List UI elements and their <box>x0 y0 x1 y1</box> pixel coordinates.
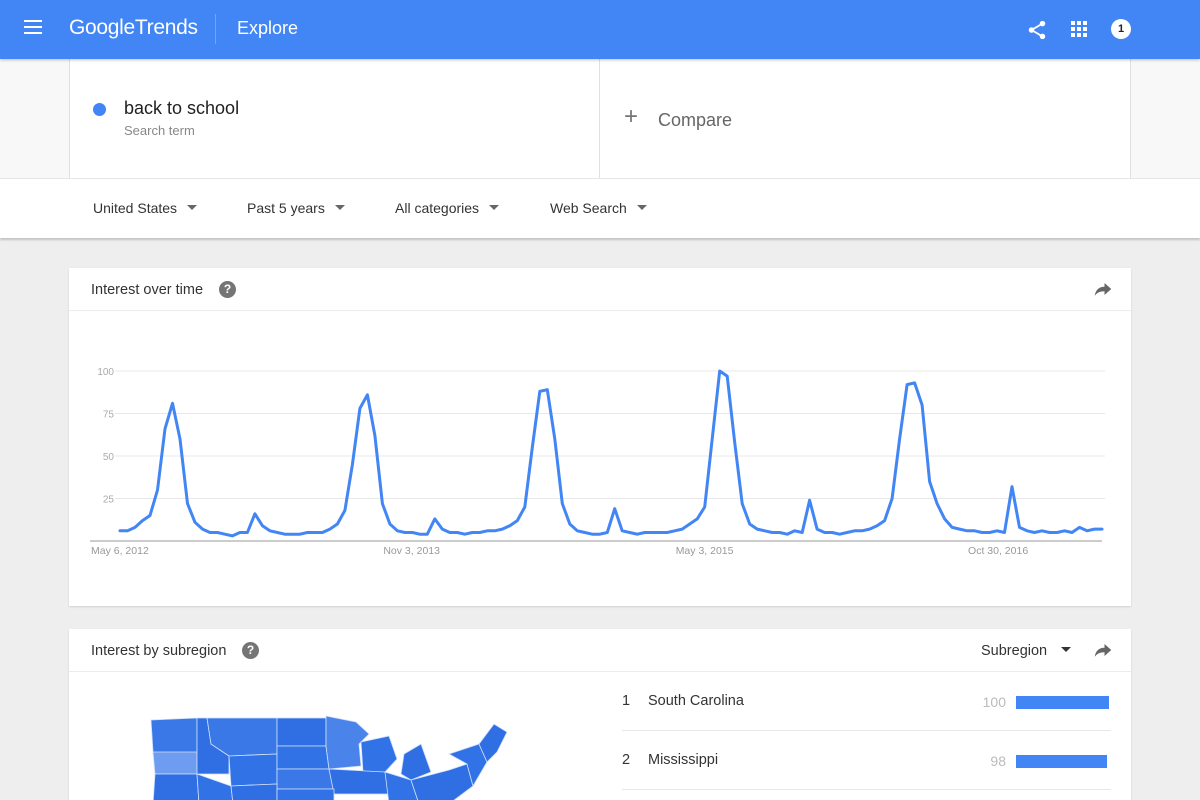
chevron-down-icon <box>636 204 647 210</box>
us-states-map[interactable] <box>149 714 509 800</box>
term-color-dot <box>93 103 106 116</box>
page-title: Explore <box>237 18 299 38</box>
hamburger-menu-icon[interactable] <box>24 20 42 34</box>
category-dropdown[interactable]: All categories <box>395 200 500 216</box>
search-term-type: Search term <box>124 123 195 138</box>
search-terms-area: back to school Search term + Compare <box>0 59 1200 178</box>
share-arrow-icon[interactable] <box>1094 281 1112 297</box>
chevron-down-icon <box>187 204 198 210</box>
chevron-down-icon <box>489 204 500 210</box>
subregion-value: 98 <box>990 753 1006 769</box>
subregion-value: 100 <box>982 694 1006 710</box>
compare-label: Compare <box>658 110 733 130</box>
search-type-label: Web Search <box>550 200 627 216</box>
card-title: Interest by subregion <box>91 643 227 659</box>
subregion-bar-track <box>1016 755 1109 768</box>
card-header: Interest by subregion ? Subregion <box>69 629 1131 672</box>
chevron-down-icon <box>1061 646 1072 652</box>
time-range-label: Past 5 years <box>247 200 325 216</box>
y-tick-label: 50 <box>103 452 115 463</box>
subregion-list-item[interactable]: 1 South Carolina 100 <box>622 672 1111 731</box>
y-tick-label: 100 <box>97 367 114 378</box>
region-dropdown-label: United States <box>93 200 178 216</box>
subregion-bar <box>1016 696 1109 709</box>
resolution-label: Subregion <box>981 643 1048 659</box>
filter-bar: United States Past 5 years All categorie… <box>0 178 1200 238</box>
help-icon[interactable]: ? <box>242 642 259 659</box>
subregion-bar-track <box>1016 696 1109 709</box>
add-icon: + <box>624 103 639 130</box>
search-term-text[interactable]: back to school <box>124 98 239 119</box>
y-tick-label: 25 <box>103 495 115 506</box>
rank-number: 2 <box>622 752 631 768</box>
x-tick-label: May 6, 2012 <box>91 545 149 557</box>
search-term-card[interactable]: back to school Search term <box>69 59 600 178</box>
resolution-dropdown[interactable]: Subregion <box>981 643 1072 659</box>
subregion-bar <box>1016 755 1108 768</box>
compare-button[interactable]: + Compare <box>600 59 1131 178</box>
account-avatar[interactable]: 1 <box>1111 19 1131 39</box>
subregion-name: South Carolina <box>648 693 744 709</box>
subregion-list-item[interactable]: 2 Mississippi 98 <box>622 731 1111 790</box>
header-divider <box>215 14 216 44</box>
interest-by-subregion-card: Interest by subregion ? Subregion 1 Sout… <box>69 629 1131 800</box>
y-tick-label: 75 <box>103 410 115 421</box>
x-tick-label: Nov 3, 2013 <box>383 545 440 557</box>
subregion-name: Mississippi <box>648 752 719 768</box>
card-title: Interest over time <box>91 282 204 298</box>
region-dropdown[interactable]: United States <box>93 200 198 216</box>
chevron-down-icon <box>334 204 345 210</box>
series-line-back-to-school <box>118 369 1104 538</box>
apps-grid-icon[interactable] <box>1071 21 1087 37</box>
search-type-dropdown[interactable]: Web Search <box>550 200 647 216</box>
top-app-bar: GoogleTrends Explore 1 <box>0 0 1200 59</box>
card-header: Interest over time ? <box>69 268 1131 311</box>
share-arrow-icon[interactable] <box>1094 642 1112 658</box>
interest-over-time-card: Interest over time ? 25 50 75 100 May 6, 201… <box>69 268 1131 606</box>
x-tick-label: Oct 30, 2016 <box>968 545 1028 557</box>
time-range-dropdown[interactable]: Past 5 years <box>247 200 345 216</box>
category-label: All categories <box>395 200 480 216</box>
logo-google-text: Google <box>69 16 135 39</box>
rank-number: 1 <box>622 693 631 709</box>
google-trends-logo[interactable]: GoogleTrends <box>69 16 198 40</box>
interest-over-time-chart[interactable]: 25 50 75 100 May 6, 2012 Nov 3, 2013 May 3, 20… <box>69 311 1131 606</box>
x-tick-label: May 3, 2015 <box>676 545 734 557</box>
share-icon[interactable] <box>1026 19 1048 41</box>
logo-trends-text: Trends <box>134 16 198 39</box>
help-icon[interactable]: ? <box>219 281 236 298</box>
